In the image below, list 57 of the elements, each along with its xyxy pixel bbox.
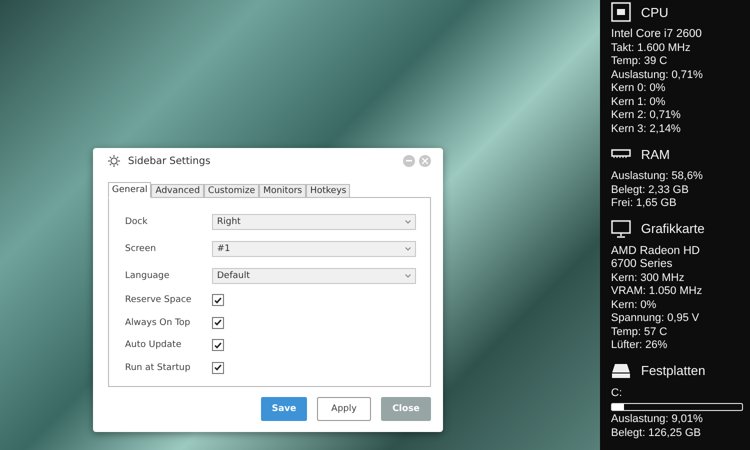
stat-text: Temp: 39 C xyxy=(611,55,668,68)
hard-drive-icon xyxy=(611,362,631,378)
stat-text: Belegt: 126,25 GB xyxy=(611,426,702,440)
chip-icon xyxy=(611,2,631,22)
device-name: Intel Core i7 2600 xyxy=(611,28,703,42)
close-icon xyxy=(422,158,428,164)
field-label: Screen xyxy=(125,244,157,254)
tab[interactable]: Advanced xyxy=(151,184,204,198)
dropdown[interactable]: #1 xyxy=(212,240,416,256)
stat-text: Kern 0: 0% xyxy=(611,82,666,96)
checkbox-label: Always On Top xyxy=(125,318,192,328)
stat-text: Frei: 1,65 GB xyxy=(611,197,678,210)
stat-text: VRAM: 1.050 MHz xyxy=(611,285,704,298)
stat-text: Auslastung: 58,6% xyxy=(611,170,704,184)
device-name: AMD Radeon HD xyxy=(611,244,701,258)
checkbox-label: Reserve Space xyxy=(125,295,192,306)
chevron-icon xyxy=(405,220,411,224)
stat-text: Spannung: 0,95 V xyxy=(611,312,700,326)
checkbox[interactable] xyxy=(212,294,224,306)
memory-icon xyxy=(611,149,631,159)
tab[interactable]: General xyxy=(108,182,152,198)
checkbox-label: Run at Startup xyxy=(125,362,192,373)
checkbox[interactable] xyxy=(212,362,224,374)
gear-icon xyxy=(108,155,120,167)
stat-text: Auslastung: 9,01% xyxy=(611,413,704,426)
stat-text: Takt: 1.600 MHz xyxy=(611,42,692,55)
tab[interactable]: Customize xyxy=(204,184,260,198)
device-name: 6700 Series xyxy=(611,258,674,272)
stat-text: Temp: 57 C xyxy=(611,326,668,339)
monitor-icon xyxy=(611,220,631,238)
window-title: Sidebar Settings xyxy=(128,156,212,166)
tab[interactable]: Monitors xyxy=(259,184,306,198)
chevron-icon xyxy=(405,246,411,250)
checkbox[interactable] xyxy=(212,339,224,352)
field-label: Language xyxy=(125,270,170,280)
stat-text: Belegt: 2,33 GB xyxy=(611,184,690,197)
section-title: Grafikkarte xyxy=(641,221,705,236)
checkbox-label: Auto Update xyxy=(125,340,182,350)
minus-icon xyxy=(406,160,412,162)
field-label: Dock xyxy=(125,216,149,226)
chevron-icon xyxy=(405,274,411,278)
checkbox[interactable] xyxy=(212,316,224,329)
stat-text: Kern: 300 MHz xyxy=(611,272,686,285)
tab[interactable]: Hotkeys xyxy=(306,184,350,198)
stat-text: Kern 1: 0% xyxy=(611,96,666,109)
section-title: Festplatten xyxy=(641,363,706,378)
apply-button[interactable]: Apply xyxy=(317,397,371,421)
section-title: CPU xyxy=(641,4,668,20)
stat-text: Lüfter: 26% xyxy=(611,339,668,352)
stat-text: Auslastung: 0,71% xyxy=(611,68,704,82)
section-title: RAM xyxy=(641,146,670,162)
stat-text: Kern 3: 2,14% xyxy=(611,122,682,136)
stat-text: Kern 2: 0,71% xyxy=(611,109,682,122)
dropdown[interactable]: Right xyxy=(212,214,416,230)
dropdown[interactable]: Default xyxy=(212,268,416,284)
stat-text: Kern: 0% xyxy=(611,298,658,312)
stat-text: C: xyxy=(611,386,623,400)
